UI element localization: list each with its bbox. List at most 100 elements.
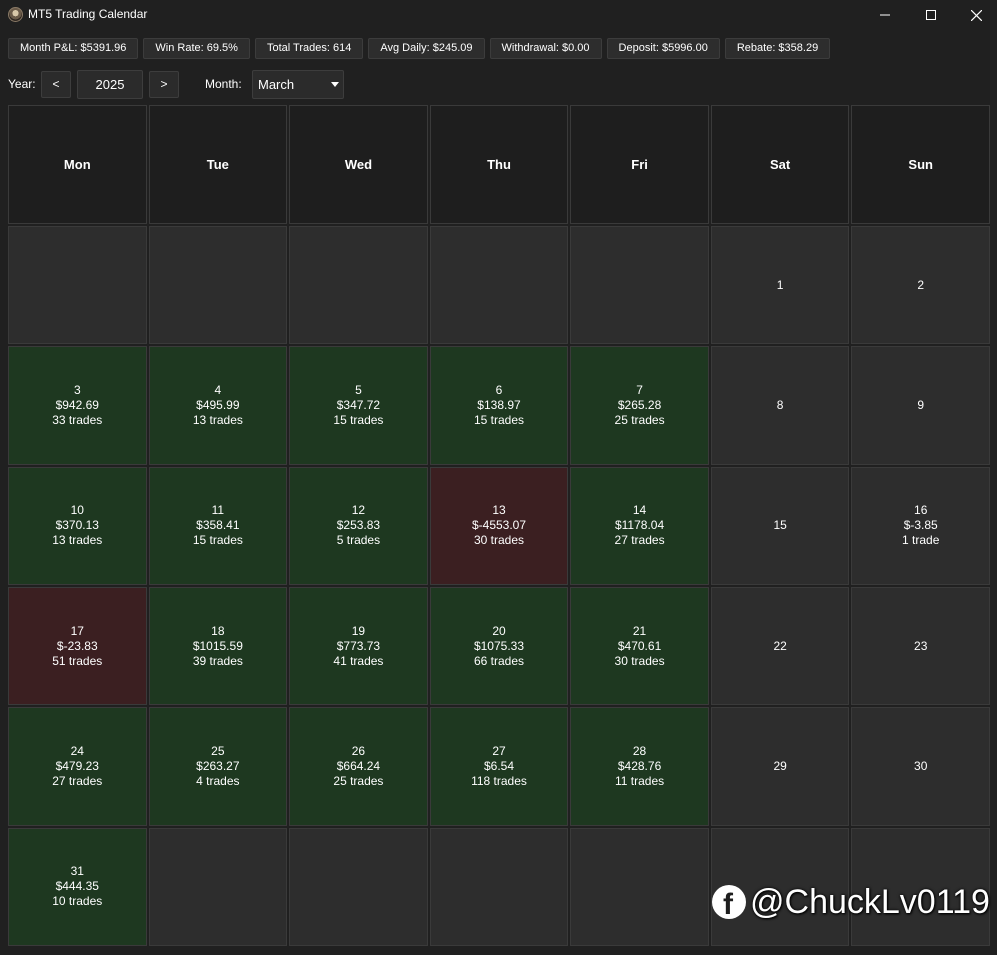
day-trades: 13 trades bbox=[52, 533, 103, 548]
day-cell-15[interactable]: 15 bbox=[710, 466, 850, 585]
day-cell-30[interactable]: 30 bbox=[851, 707, 990, 826]
stats-bar: Month P&L: $5391.96 Win Rate: 69.5% Total … bbox=[8, 38, 831, 59]
day-day: 30 bbox=[914, 758, 928, 773]
day-trades: 13 trades bbox=[192, 412, 243, 427]
day-pnl: $428.76 bbox=[617, 758, 662, 773]
day-pnl: $263.27 bbox=[196, 758, 240, 773]
day-cell-11[interactable]: 11 $358.41 15 trades bbox=[148, 466, 288, 585]
watermark: f @ChuckLv0119 bbox=[712, 880, 990, 924]
day-cell-24[interactable]: 24 $479.23 27 trades bbox=[8, 707, 147, 826]
empty-day-cell bbox=[429, 226, 569, 345]
day-pnl: $479.23 bbox=[55, 758, 99, 773]
empty-day-cell bbox=[289, 827, 428, 946]
day-cell-29[interactable]: 29 bbox=[710, 707, 850, 826]
day-trades: 51 trades bbox=[52, 653, 103, 668]
day-day: 2 bbox=[917, 277, 925, 292]
month-label: Month: bbox=[205, 77, 242, 91]
day-cell-4[interactable]: 4 $495.99 13 trades bbox=[148, 346, 288, 465]
day-cell-8[interactable]: 8 bbox=[710, 346, 850, 465]
day-pnl: $495.99 bbox=[196, 397, 240, 412]
day-cell-2[interactable]: 2 bbox=[851, 226, 990, 345]
day-day: 22 bbox=[773, 638, 787, 653]
day-day: 14 bbox=[632, 503, 647, 518]
stat-avg-daily: Avg Daily: $245.09 bbox=[368, 38, 485, 59]
day-cell-14[interactable]: 14 $1178.04 27 trades bbox=[570, 466, 709, 585]
day-pnl: $-23.83 bbox=[56, 638, 98, 653]
weekday-header-sun: Sun bbox=[851, 105, 990, 224]
day-cell-17[interactable]: 17 $-23.83 51 trades bbox=[8, 587, 147, 706]
day-cell-6[interactable]: 6 $138.97 15 trades bbox=[429, 346, 569, 465]
day-cell-20[interactable]: 20 $1075.33 66 trades bbox=[429, 587, 569, 706]
watermark-text: @ChuckLv0119 bbox=[750, 882, 990, 921]
next-year-button[interactable]: > bbox=[149, 71, 179, 98]
day-cell-27[interactable]: 27 $6.54 118 trades bbox=[429, 707, 569, 826]
day-day: 15 bbox=[773, 518, 787, 533]
day-day: 11 bbox=[211, 503, 225, 518]
day-cell-1[interactable]: 1 bbox=[710, 226, 850, 345]
day-day: 3 bbox=[73, 382, 81, 397]
day-trades: 4 trades bbox=[196, 773, 240, 788]
day-cell-5[interactable]: 5 $347.72 15 trades bbox=[289, 346, 428, 465]
day-cell-13[interactable]: 13 $-4553.07 30 trades bbox=[429, 466, 569, 585]
weekday-header-thu: Thu bbox=[429, 105, 569, 224]
day-pnl: $664.24 bbox=[336, 758, 381, 773]
day-cell-9[interactable]: 9 bbox=[851, 346, 990, 465]
day-trades: 41 trades bbox=[333, 653, 384, 668]
day-cell-22[interactable]: 22 bbox=[710, 587, 850, 706]
prev-year-button[interactable]: < bbox=[41, 71, 71, 98]
maximize-button[interactable] bbox=[908, 0, 954, 30]
day-day: 24 bbox=[70, 743, 84, 758]
year-input[interactable]: 2025 bbox=[77, 70, 143, 99]
day-cell-19[interactable]: 19 $773.73 41 trades bbox=[289, 587, 428, 706]
stat-month-pnl: Month P&L: $5391.96 bbox=[8, 38, 139, 59]
close-button[interactable] bbox=[953, 0, 997, 30]
day-day: 5 bbox=[355, 382, 362, 397]
day-cell-3[interactable]: 3 $942.69 33 trades bbox=[8, 346, 147, 465]
day-day: 20 bbox=[492, 623, 506, 638]
day-day: 1 bbox=[776, 277, 784, 292]
stat-rebate: Rebate: $358.29 bbox=[724, 38, 831, 59]
day-cell-16[interactable]: 16 $-3.85 1 trade bbox=[851, 466, 990, 585]
day-pnl: $470.61 bbox=[617, 638, 662, 653]
day-pnl: $265.28 bbox=[617, 397, 662, 412]
day-cell-12[interactable]: 12 $253.83 5 trades bbox=[289, 466, 428, 585]
day-day: 25 bbox=[211, 743, 225, 758]
minimize-icon bbox=[880, 14, 890, 16]
day-day: 13 bbox=[492, 503, 506, 518]
empty-day-cell bbox=[429, 827, 569, 946]
chevron-down-icon bbox=[331, 82, 339, 87]
day-cell-25[interactable]: 25 $263.27 4 trades bbox=[148, 707, 288, 826]
weekday-header-tue: Tue bbox=[148, 105, 288, 224]
day-cell-7[interactable]: 7 $265.28 25 trades bbox=[570, 346, 709, 465]
day-day: 6 bbox=[495, 382, 503, 397]
navigation-bar: Year: < 2025 > Month: March bbox=[8, 70, 408, 99]
day-trades: 15 trades bbox=[473, 412, 525, 427]
day-cell-18[interactable]: 18 $1015.59 39 trades bbox=[148, 587, 288, 706]
day-trades: 30 trades bbox=[473, 533, 525, 548]
stat-withdrawal: Withdrawal: $0.00 bbox=[489, 38, 602, 59]
day-pnl: $942.69 bbox=[55, 397, 99, 412]
day-day: 26 bbox=[351, 743, 366, 758]
day-pnl: $358.41 bbox=[196, 518, 240, 533]
minimize-button[interactable] bbox=[862, 0, 908, 30]
month-select[interactable]: March bbox=[252, 70, 344, 99]
facebook-icon: f bbox=[712, 885, 746, 921]
day-cell-31[interactable]: 31 $444.35 10 trades bbox=[8, 827, 147, 946]
weekday-header-wed: Wed bbox=[289, 105, 428, 224]
day-cell-23[interactable]: 23 bbox=[851, 587, 990, 706]
close-icon bbox=[970, 9, 982, 21]
day-cell-21[interactable]: 21 $470.61 30 trades bbox=[570, 587, 709, 706]
day-cell-26[interactable]: 26 $664.24 25 trades bbox=[289, 707, 428, 826]
day-trades: 15 trades bbox=[333, 412, 384, 427]
day-trades: 33 trades bbox=[52, 412, 103, 427]
maximize-icon bbox=[926, 10, 936, 20]
day-day: 28 bbox=[632, 743, 647, 758]
month-select-value: March bbox=[258, 77, 295, 92]
day-cell-28[interactable]: 28 $428.76 11 trades bbox=[570, 707, 709, 826]
weekday-header-sat: Sat bbox=[710, 105, 850, 224]
day-trades: 118 trades bbox=[471, 773, 527, 788]
day-cell-10[interactable]: 10 $370.13 13 trades bbox=[8, 466, 147, 585]
day-pnl: $444.35 bbox=[55, 879, 99, 894]
day-trades: 10 trades bbox=[52, 894, 103, 909]
day-pnl: $1075.33 bbox=[473, 638, 525, 653]
